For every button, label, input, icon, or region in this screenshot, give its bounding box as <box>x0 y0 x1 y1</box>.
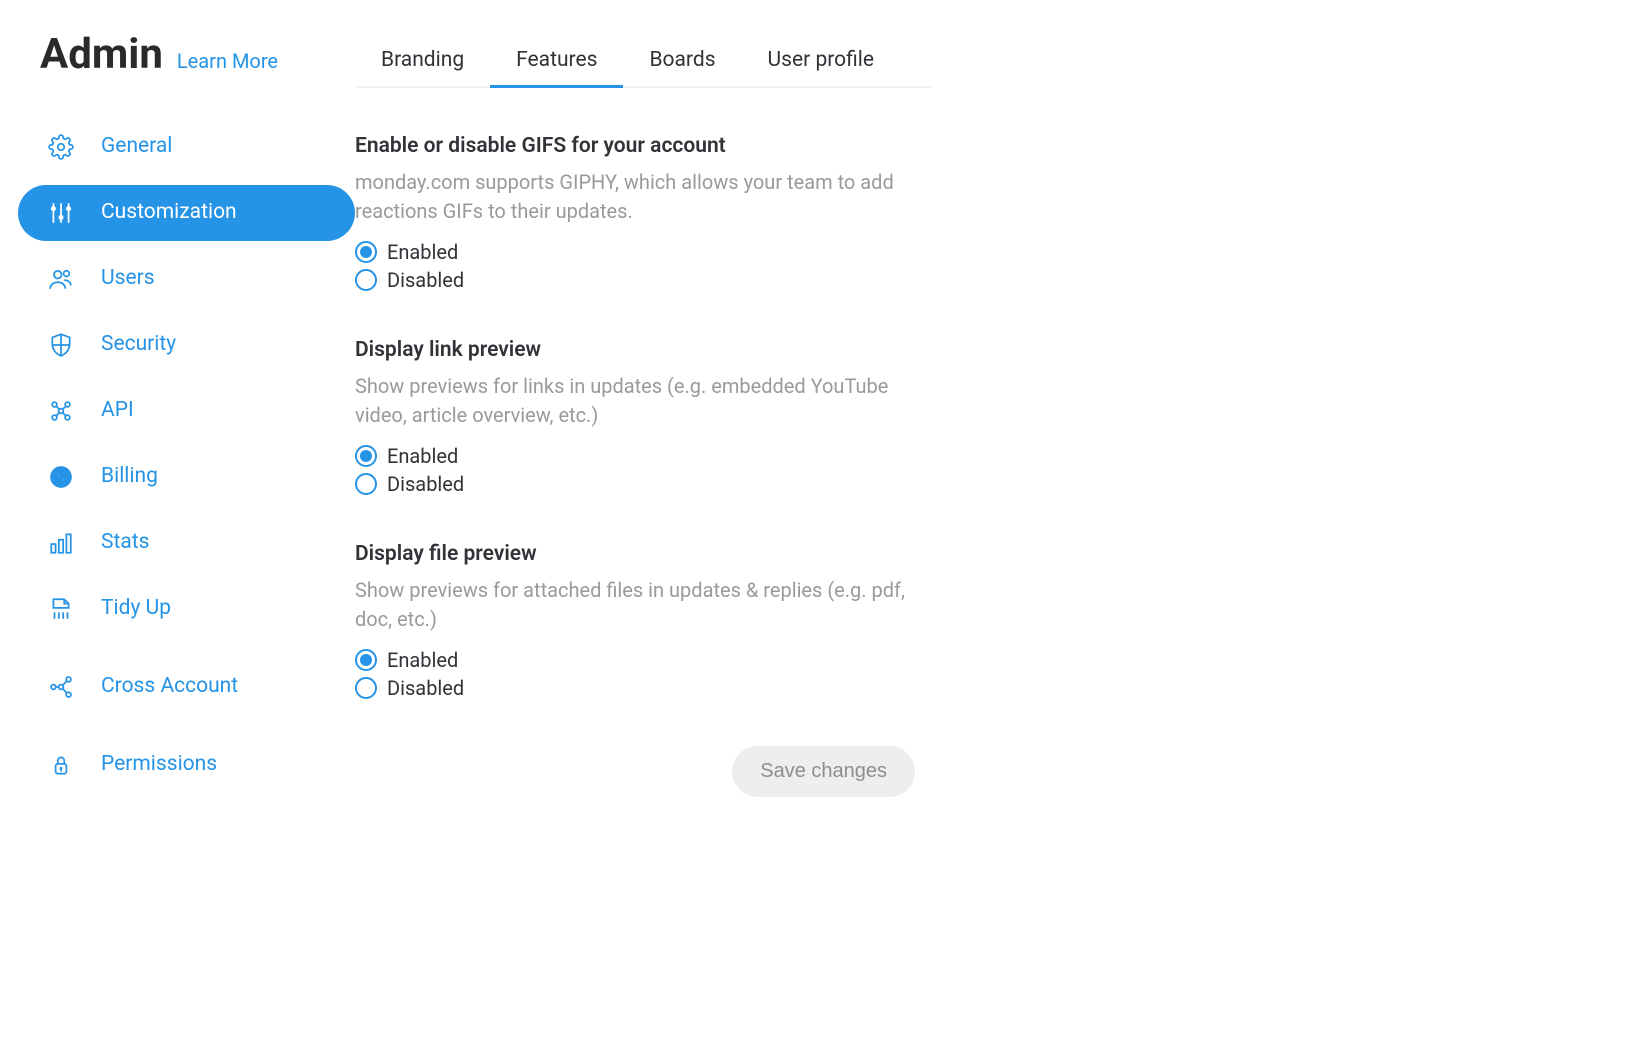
tabs: BrandingFeaturesBoardsUser profile <box>355 48 931 88</box>
setting-file-preview-option-enabled[interactable]: Enabled <box>355 648 935 672</box>
radio-label: Enabled <box>387 444 458 468</box>
billing-icon: $ <box>47 463 75 491</box>
tidyup-icon <box>47 595 75 623</box>
setting-gifs-option-enabled[interactable]: Enabled <box>355 240 935 264</box>
permissions-icon <box>47 751 75 779</box>
setting-description: Show previews for links in updates (e.g.… <box>355 372 935 430</box>
sidebar-item-tidyup[interactable]: Tidy Up <box>18 581 355 637</box>
sidebar-item-label: Security <box>101 332 176 357</box>
setting-description: Show previews for attached files in upda… <box>355 576 935 634</box>
radio-label: Enabled <box>387 648 458 672</box>
sidebar-item-label: Customization <box>101 200 237 225</box>
setting-link-preview-option-enabled[interactable]: Enabled <box>355 444 935 468</box>
sidebar-item-label: General <box>101 134 172 159</box>
radio-icon <box>355 269 377 291</box>
setting-link-preview: Display link preview Show previews for li… <box>355 338 935 496</box>
sidebar-item-label: Billing <box>101 464 158 489</box>
radio-icon <box>355 473 377 495</box>
setting-title: Display link preview <box>355 338 935 362</box>
radio-label: Enabled <box>387 240 458 264</box>
sidebar-item-label: API <box>101 398 134 423</box>
tab-userprofile[interactable]: User profile <box>742 48 900 86</box>
sidebar-item-billing[interactable]: $ Billing <box>18 449 355 505</box>
sidebar-item-security[interactable]: Security <box>18 317 355 373</box>
tab-boards[interactable]: Boards <box>623 48 741 86</box>
setting-file-preview-option-disabled[interactable]: Disabled <box>355 676 935 700</box>
setting-file-preview: Display file preview Show previews for at… <box>355 542 935 700</box>
sliders-icon <box>47 199 75 227</box>
sidebar-item-general[interactable]: General <box>18 119 355 175</box>
page-title: Admin <box>40 30 163 79</box>
sidebar-item-label: Stats <box>101 530 149 555</box>
learn-more-link[interactable]: Learn More <box>177 49 278 73</box>
radio-label: Disabled <box>387 676 464 700</box>
setting-title: Display file preview <box>355 542 935 566</box>
setting-description: monday.com supports GIPHY, which allows … <box>355 168 935 226</box>
users-icon <box>47 265 75 293</box>
sidebar-item-stats[interactable]: Stats <box>18 515 355 571</box>
sidebar-item-label: Permissions <box>101 752 217 777</box>
stats-icon <box>47 529 75 557</box>
setting-gifs: Enable or disable GIFS for your account m… <box>355 134 935 292</box>
sidebar-item-crossaccount[interactable]: Cross Account <box>18 647 355 727</box>
svg-text:$: $ <box>57 469 66 486</box>
setting-gifs-option-disabled[interactable]: Disabled <box>355 268 935 292</box>
radio-icon <box>355 241 377 263</box>
api-icon <box>47 397 75 425</box>
setting-title: Enable or disable GIFS for your account <box>355 134 935 158</box>
setting-link-preview-option-disabled[interactable]: Disabled <box>355 472 935 496</box>
radio-label: Disabled <box>387 472 464 496</box>
shield-icon <box>47 331 75 359</box>
sidebar-item-users[interactable]: Users <box>18 251 355 307</box>
sidebar: General Customization Users Security API $ Bil… <box>18 119 355 793</box>
radio-icon <box>355 445 377 467</box>
tab-features[interactable]: Features <box>490 48 623 86</box>
sidebar-item-label: Cross Account <box>101 674 238 699</box>
sidebar-item-label: Users <box>101 266 155 291</box>
sidebar-item-api[interactable]: API <box>18 383 355 439</box>
gear-icon <box>47 133 75 161</box>
sidebar-item-permissions[interactable]: Permissions <box>18 737 355 793</box>
tab-branding[interactable]: Branding <box>355 48 490 86</box>
radio-icon <box>355 649 377 671</box>
radio-icon <box>355 677 377 699</box>
save-button[interactable]: Save changes <box>732 746 915 797</box>
crossaccount-icon <box>47 673 75 701</box>
radio-label: Disabled <box>387 268 464 292</box>
sidebar-item-customization[interactable]: Customization <box>18 185 355 241</box>
sidebar-item-label: Tidy Up <box>101 596 171 621</box>
